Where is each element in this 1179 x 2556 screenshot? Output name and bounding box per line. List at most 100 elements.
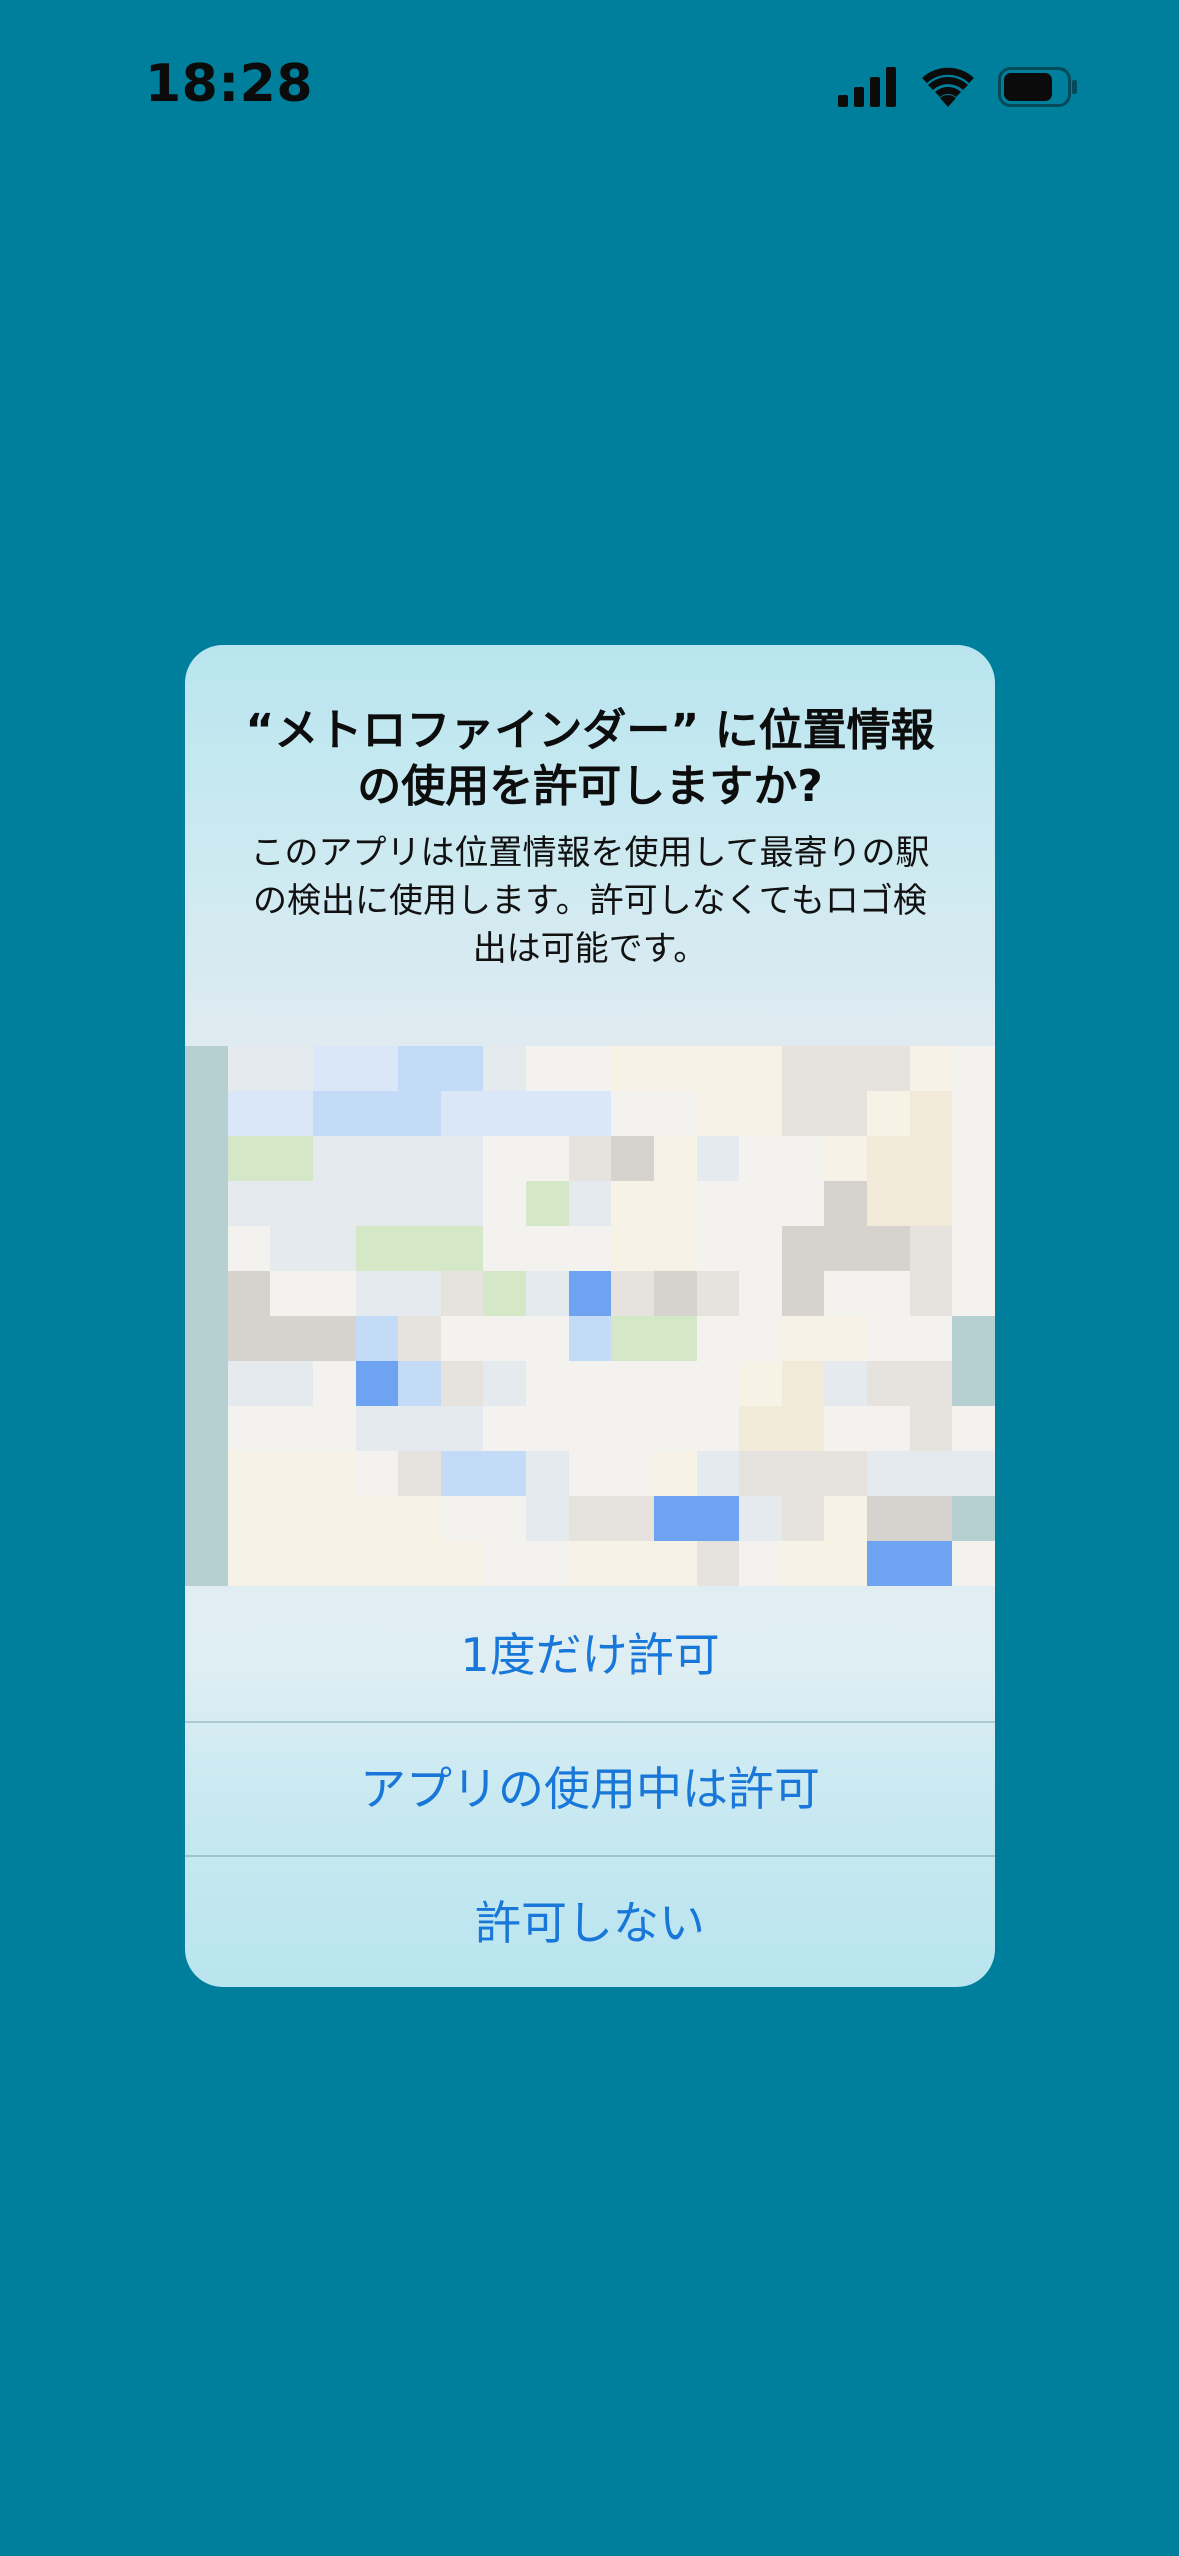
map-tile — [781, 1091, 826, 1137]
map-tile — [909, 1316, 954, 1362]
map-tile — [653, 1316, 698, 1362]
map-tile — [355, 1541, 400, 1586]
map-tile — [355, 1271, 400, 1317]
map-tile — [355, 1316, 400, 1362]
map-tile — [867, 1316, 911, 1362]
map-tile — [526, 1091, 570, 1137]
status-bar-icons — [838, 66, 1078, 108]
map-tile — [227, 1496, 272, 1542]
map-tile — [611, 1496, 655, 1542]
map-tile — [568, 1406, 613, 1452]
map-tile — [867, 1226, 911, 1272]
map-tile — [483, 1091, 528, 1137]
map-tile — [355, 1226, 400, 1272]
map-tile — [739, 1091, 783, 1137]
map-tile — [227, 1271, 272, 1317]
map-tile — [526, 1136, 570, 1182]
map-tile — [696, 1451, 741, 1497]
map-tile — [526, 1361, 570, 1407]
map-tile — [185, 1181, 229, 1227]
map-tile — [312, 1046, 357, 1092]
map-tile — [739, 1271, 783, 1317]
map-tile — [909, 1181, 954, 1227]
map-tile — [270, 1181, 314, 1227]
map-tile — [568, 1181, 613, 1227]
map-tile — [227, 1046, 272, 1092]
map-tile — [952, 1316, 995, 1362]
map-tile — [398, 1541, 442, 1586]
map-tile — [568, 1136, 613, 1182]
map-tile — [526, 1271, 570, 1317]
map-tile — [781, 1361, 826, 1407]
map-tile — [739, 1136, 783, 1182]
map-tile — [227, 1091, 272, 1137]
map-tile — [611, 1271, 655, 1317]
map-tile — [355, 1406, 400, 1452]
map-tile — [653, 1271, 698, 1317]
map-tile — [227, 1136, 272, 1182]
map-tile — [483, 1406, 528, 1452]
map-tile — [867, 1451, 911, 1497]
map-tile — [185, 1046, 229, 1092]
map-tile — [526, 1316, 570, 1362]
map-tile — [739, 1406, 783, 1452]
dialog-message: このアプリは位置情報を使用して最寄りの駅の検出に使用します。許可しなくてもロゴ検… — [250, 833, 930, 969]
map-tile — [611, 1181, 655, 1227]
map-tile — [312, 1091, 357, 1137]
map-tile — [312, 1271, 357, 1317]
map-tile — [312, 1406, 357, 1452]
map-tile — [653, 1091, 698, 1137]
location-permission-dialog: “メトロファインダー” に位置情報の使用を許可しますか? このアプリは位置情報を… — [185, 645, 995, 1987]
map-tile — [824, 1046, 869, 1092]
map-tile — [185, 1361, 229, 1407]
map-tile — [185, 1541, 229, 1586]
map-tile — [568, 1361, 613, 1407]
map-tile — [483, 1316, 528, 1362]
map-tile — [696, 1091, 741, 1137]
map-tile — [355, 1361, 400, 1407]
map-tile — [909, 1091, 954, 1137]
dialog-header: “メトロファインダー” に位置情報の使用を許可しますか? このアプリは位置情報を… — [185, 645, 995, 973]
map-tile — [867, 1361, 911, 1407]
map-tile — [696, 1361, 741, 1407]
map-tile — [270, 1496, 314, 1542]
map-tile — [781, 1046, 826, 1092]
map-tile — [611, 1316, 655, 1362]
map-tile — [270, 1271, 314, 1317]
dialog-buttons: 1度だけ許可 アプリの使用中は許可 許可しない — [185, 1589, 995, 1987]
map-tile — [483, 1181, 528, 1227]
map-tile — [398, 1091, 442, 1137]
map-tile — [526, 1406, 570, 1452]
map-tile — [440, 1046, 485, 1092]
map-tile — [483, 1361, 528, 1407]
map-tile — [952, 1226, 995, 1272]
dialog-title: “メトロファインダー” に位置情報の使用を許可しますか? — [245, 705, 935, 812]
map-preview-image — [185, 1046, 995, 1586]
cellular-signal-icon — [838, 67, 896, 107]
map-tile — [696, 1316, 741, 1362]
map-tile — [526, 1046, 570, 1092]
map-tile — [653, 1451, 698, 1497]
map-tile — [185, 1136, 229, 1182]
map-tile — [824, 1316, 869, 1362]
allow-once-button[interactable]: 1度だけ許可 — [185, 1589, 995, 1721]
map-tile — [312, 1496, 357, 1542]
map-tile — [696, 1226, 741, 1272]
map-tile — [270, 1136, 314, 1182]
map-tile — [696, 1271, 741, 1317]
map-tile — [867, 1046, 911, 1092]
map-tile — [952, 1361, 995, 1407]
dont-allow-button[interactable]: 許可しない — [185, 1857, 995, 1987]
map-tile — [270, 1046, 314, 1092]
map-tile — [568, 1226, 613, 1272]
map-tile — [440, 1316, 485, 1362]
map-tile — [227, 1226, 272, 1272]
map-tile — [398, 1046, 442, 1092]
allow-while-using-button[interactable]: アプリの使用中は許可 — [185, 1723, 995, 1855]
map-tile — [952, 1406, 995, 1452]
map-tile — [227, 1541, 272, 1586]
map-tile — [227, 1361, 272, 1407]
map-tile — [653, 1541, 698, 1586]
map-tile — [185, 1406, 229, 1452]
map-tile — [355, 1136, 400, 1182]
